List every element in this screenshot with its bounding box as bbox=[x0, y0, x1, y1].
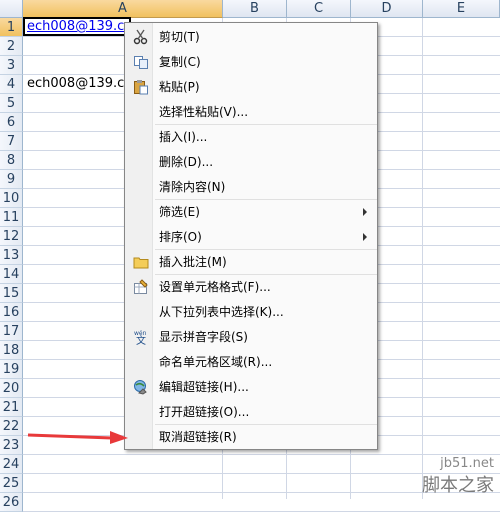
menu-item-label: 取消超链接(R) bbox=[159, 430, 237, 444]
menu-item-label: 插入(I)... bbox=[159, 130, 208, 144]
row-header[interactable]: 24 bbox=[0, 455, 23, 474]
row-header[interactable]: 18 bbox=[0, 341, 23, 360]
menu-item-label: 选择性粘贴(V)... bbox=[159, 105, 249, 119]
row-header[interactable]: 17 bbox=[0, 322, 23, 341]
comment-folder-icon bbox=[133, 254, 149, 270]
phonetic-icon: wén 文 bbox=[133, 329, 149, 347]
select-all-corner[interactable] bbox=[0, 0, 23, 18]
row-header[interactable]: 14 bbox=[0, 265, 23, 284]
row-header[interactable]: 19 bbox=[0, 360, 23, 379]
row-header[interactable]: 22 bbox=[0, 417, 23, 436]
submenu-arrow-icon bbox=[363, 233, 367, 241]
grid-column-line bbox=[422, 18, 423, 499]
menu-item-label: 排序(O) bbox=[159, 230, 202, 244]
context-menu: 剪切(T) 复制(C) 粘贴(P) 选择性粘贴(V)... 插入(I)... 删除(D).… bbox=[124, 22, 378, 450]
menu-item-label: 编辑超链接(H)... bbox=[159, 380, 249, 394]
scissors-icon bbox=[133, 29, 149, 45]
menu-item[interactable]: 复制(C) bbox=[127, 50, 375, 74]
row-header[interactable]: 11 bbox=[0, 208, 23, 227]
menu-item[interactable]: 选择性粘贴(V)... bbox=[127, 100, 375, 124]
row-header[interactable]: 12 bbox=[0, 227, 23, 246]
menu-item[interactable]: 打开超链接(O)... bbox=[127, 400, 375, 424]
menu-item-label: 删除(D)... bbox=[159, 155, 214, 169]
row-header[interactable]: 23 bbox=[0, 436, 23, 455]
format-cells-icon bbox=[133, 279, 149, 295]
menu-item-label: 粘贴(P) bbox=[159, 80, 200, 94]
menu-item[interactable]: 编辑超链接(H)... bbox=[127, 375, 375, 399]
row-header[interactable]: 15 bbox=[0, 284, 23, 303]
hyperlink-icon bbox=[133, 379, 149, 395]
svg-text:文: 文 bbox=[136, 334, 146, 345]
menu-item[interactable]: wén 文显示拼音字段(S) bbox=[127, 325, 375, 349]
menu-item[interactable]: 排序(O) bbox=[127, 225, 375, 249]
menu-item-label: 从下拉列表中选择(K)... bbox=[159, 305, 284, 319]
menu-item[interactable]: 设置单元格格式(F)... bbox=[127, 275, 375, 299]
row-header[interactable]: 8 bbox=[0, 151, 23, 170]
menu-item-label: 打开超链接(O)... bbox=[159, 405, 250, 419]
row-header[interactable]: 6 bbox=[0, 113, 23, 132]
menu-item[interactable]: 命名单元格区域(R)... bbox=[127, 350, 375, 374]
row-header[interactable]: 20 bbox=[0, 379, 23, 398]
grid-row-line bbox=[23, 454, 500, 455]
menu-item-label: 命名单元格区域(R)... bbox=[159, 355, 273, 369]
menu-item-label: 设置单元格格式(F)... bbox=[159, 280, 271, 294]
menu-item-label: 筛选(E) bbox=[159, 205, 200, 219]
menu-item[interactable]: 取消超链接(R) bbox=[127, 425, 375, 449]
watermark-url: jb51.net bbox=[440, 456, 494, 471]
row-header[interactable]: 10 bbox=[0, 189, 23, 208]
row-header[interactable]: 5 bbox=[0, 94, 23, 113]
menu-item[interactable]: 插入批注(M) bbox=[127, 250, 375, 274]
row-header[interactable]: 1 bbox=[0, 18, 23, 37]
column-header-b[interactable]: B bbox=[223, 0, 287, 18]
menu-item[interactable]: 剪切(T) bbox=[127, 25, 375, 49]
row-header[interactable]: 3 bbox=[0, 56, 23, 75]
menu-item[interactable]: 删除(D)... bbox=[127, 150, 375, 174]
row-header[interactable]: 7 bbox=[0, 132, 23, 151]
cell-a4[interactable]: ech008@139.co bbox=[27, 75, 132, 93]
menu-item-label: 复制(C) bbox=[159, 55, 201, 69]
watermark-brand: 脚本之家 bbox=[422, 475, 494, 496]
row-header[interactable]: 4 bbox=[0, 75, 23, 94]
watermark: jb51.net 脚本之家 bbox=[422, 456, 494, 497]
copy-icon bbox=[133, 54, 149, 70]
row-header[interactable]: 21 bbox=[0, 398, 23, 417]
menu-item[interactable]: 粘贴(P) bbox=[127, 75, 375, 99]
row-header[interactable]: 16 bbox=[0, 303, 23, 322]
menu-item[interactable]: 从下拉列表中选择(K)... bbox=[127, 300, 375, 324]
menu-item[interactable]: 筛选(E) bbox=[127, 200, 375, 224]
row-header[interactable]: 25 bbox=[0, 474, 23, 493]
column-header-d[interactable]: D bbox=[351, 0, 423, 18]
paste-icon bbox=[133, 79, 149, 95]
menu-item[interactable]: 清除内容(N) bbox=[127, 175, 375, 199]
column-header-c[interactable]: C bbox=[287, 0, 351, 18]
menu-item-label: 插入批注(M) bbox=[159, 255, 227, 269]
row-header[interactable]: 2 bbox=[0, 37, 23, 56]
menu-item-label: 清除内容(N) bbox=[159, 180, 226, 194]
red-arrow-annotation bbox=[27, 431, 128, 444]
menu-item-label: 剪切(T) bbox=[159, 30, 200, 44]
row-header[interactable]: 9 bbox=[0, 170, 23, 189]
column-header-a[interactable]: A bbox=[23, 0, 223, 18]
menu-item-label: 显示拼音字段(S) bbox=[159, 330, 248, 344]
cell-a1[interactable]: ech008@139.co bbox=[27, 18, 132, 36]
column-header-e[interactable]: E bbox=[423, 0, 500, 18]
menu-item[interactable]: 插入(I)... bbox=[127, 125, 375, 149]
row-header[interactable]: 13 bbox=[0, 246, 23, 265]
submenu-arrow-icon bbox=[363, 208, 367, 216]
row-header[interactable]: 26 bbox=[0, 493, 23, 512]
